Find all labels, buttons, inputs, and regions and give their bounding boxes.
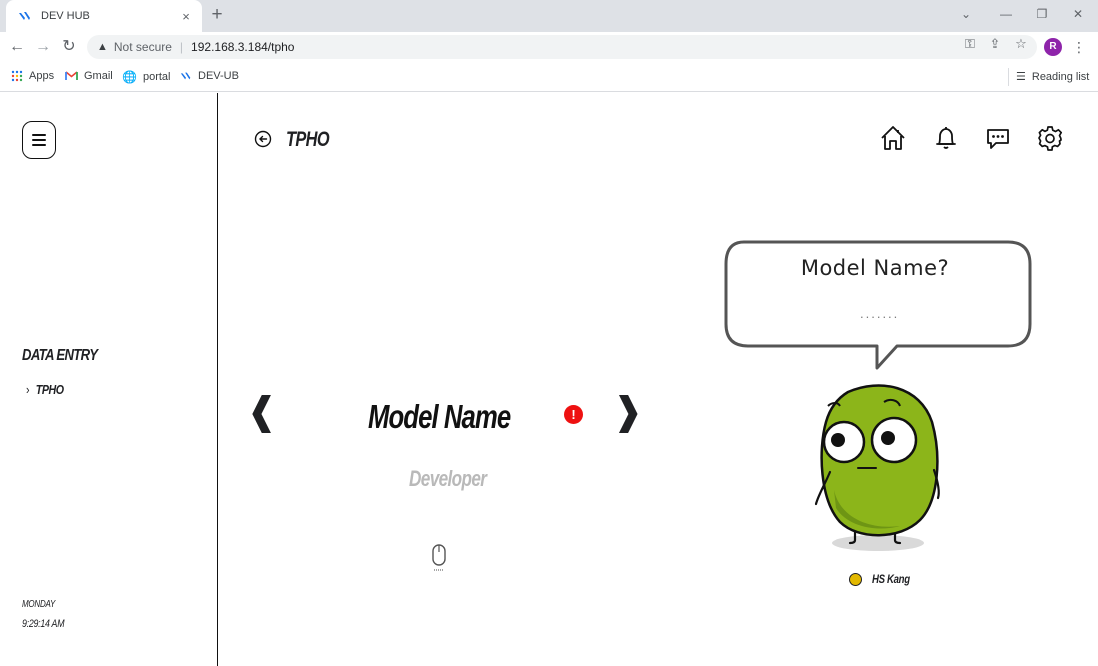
carousel-next-arrow-icon[interactable]: ❱ (612, 393, 644, 431)
gear-icon[interactable] (1036, 124, 1064, 152)
bookmark-star-icon[interactable]: ☆ (1012, 36, 1030, 52)
chat-icon[interactable] (984, 124, 1012, 152)
home-icon[interactable] (879, 124, 907, 152)
bookmark-label: Apps (29, 70, 55, 82)
share-icon[interactable]: ⇪ (986, 36, 1004, 52)
key-icon[interactable]: ⚿ (961, 36, 979, 52)
address-bar[interactable]: ▲ Not secure | 192.168.3.184/tpho (87, 35, 1037, 59)
browser-tabstrip: DEV HUB × + ⌄ — ❐ ✕ (0, 0, 1098, 32)
developer-subtitle: Developer (409, 466, 487, 491)
apps-grid-icon (11, 70, 23, 82)
author-credit: HS Kang (849, 572, 919, 586)
profile-avatar[interactable]: R (1044, 38, 1062, 56)
bell-icon[interactable] (932, 124, 960, 152)
restore-button[interactable]: ❐ (1022, 4, 1062, 24)
minimize-button[interactable]: — (986, 4, 1026, 24)
bubble-dots: ....... (860, 306, 900, 321)
model-name-title: Model Name (368, 398, 511, 435)
bookmarks-bar: Apps Gmail 🌐 portal DEV-UB ☰ Reading lis… (0, 62, 1098, 92)
reading-list-label: Reading list (1031, 70, 1090, 83)
tab-close-icon[interactable]: × (178, 9, 194, 24)
hamburger-menu-button[interactable] (22, 121, 56, 159)
bubble-title: Model Name? (800, 256, 950, 280)
gmail-icon (65, 71, 78, 80)
menu-line (32, 139, 46, 141)
sidebar-item-label: TPHO (35, 382, 64, 397)
not-secure-label[interactable]: Not secure (114, 40, 172, 54)
author-name: HS Kang (872, 572, 910, 586)
green-mascot-illustration (814, 384, 940, 551)
author-badge-icon (849, 572, 862, 586)
menu-line (32, 134, 46, 136)
url-text[interactable]: 192.168.3.184/tpho (191, 40, 294, 54)
day-label: MONDAY (22, 599, 56, 610)
close-window-button[interactable]: ✕ (1058, 4, 1098, 24)
browser-menu-icon[interactable]: ⋮ (1072, 38, 1086, 56)
sidebar: DATA ENTRY › TPHO MONDAY 9:29:14 AM (0, 93, 218, 666)
tab-search-icon[interactable]: ⌄ (946, 4, 986, 24)
address-separator: | (179, 40, 184, 54)
sidebar-item-tpho[interactable]: › TPHO (26, 382, 64, 397)
warning-icon[interactable]: ▲ (97, 41, 108, 53)
tab-title: DEV HUB (41, 10, 90, 22)
chevron-right-icon: › (26, 382, 30, 397)
bookmarks-divider (1008, 68, 1009, 86)
reading-list-button[interactable]: ☰ Reading list (1008, 68, 1090, 86)
back-circle-icon[interactable] (254, 130, 272, 148)
bookmark-dev-ub[interactable]: DEV-UB (180, 70, 239, 82)
new-tab-button[interactable]: + (206, 5, 228, 27)
devhub-favicon-icon (180, 72, 191, 80)
reload-button[interactable]: ↻ (58, 36, 80, 58)
bookmark-gmail[interactable]: Gmail (65, 70, 113, 82)
browser-tab[interactable]: DEV HUB × (6, 0, 202, 32)
alert-icon[interactable]: ! (564, 405, 583, 424)
bookmark-apps[interactable]: Apps (11, 70, 54, 82)
back-button[interactable]: ← (6, 36, 28, 58)
globe-icon: 🌐 (122, 70, 137, 84)
browser-toolbar: ← → ↻ ▲ Not secure | 192.168.3.184/tpho … (0, 32, 1098, 62)
time-label: 9:29:14 AM (22, 618, 65, 630)
page-title: TPHO (286, 128, 330, 151)
forward-button[interactable]: → (32, 36, 54, 58)
bookmark-label: DEV-UB (198, 70, 239, 82)
carousel-prev-arrow-icon[interactable]: ❰ (246, 393, 278, 431)
bookmark-label: Gmail (84, 70, 113, 82)
scroll-mouse-icon (432, 544, 446, 571)
devhub-favicon-icon (19, 12, 30, 20)
bookmark-portal[interactable]: 🌐 portal (122, 70, 170, 84)
reading-list-icon: ☰ (1016, 71, 1026, 83)
bookmark-label: portal (142, 71, 171, 83)
nav-section-title: DATA ENTRY (22, 347, 98, 364)
menu-line (32, 144, 46, 146)
